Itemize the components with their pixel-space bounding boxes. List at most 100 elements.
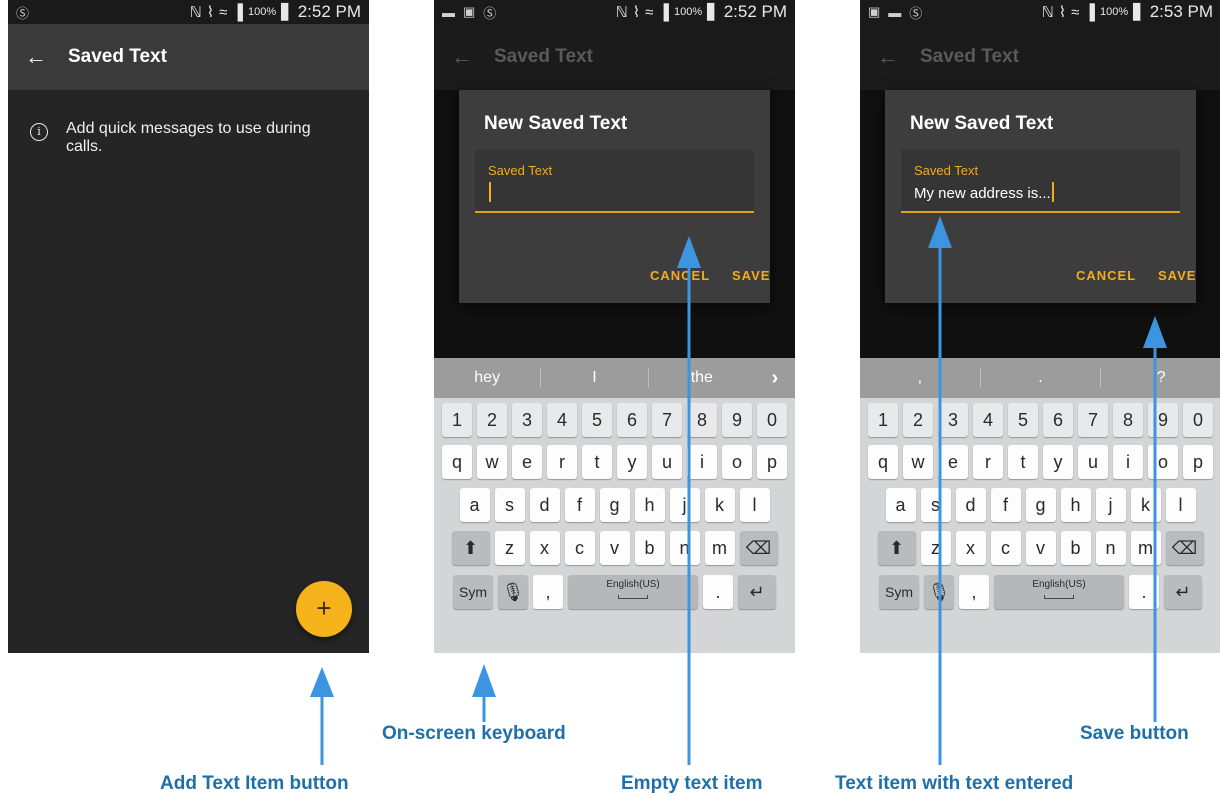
cancel-button[interactable]: CANCEL	[650, 268, 710, 283]
key-w[interactable]: w	[903, 445, 933, 479]
key-l[interactable]: l	[1165, 488, 1196, 522]
saved-text-input[interactable]: Saved Text	[475, 150, 754, 213]
key-u[interactable]: u	[652, 445, 682, 479]
key-n[interactable]: n	[669, 531, 700, 565]
key-z[interactable]: z	[920, 531, 951, 565]
mic-key[interactable]: 🎙	[924, 575, 954, 609]
saved-text-input[interactable]: Saved Text My new address is...	[901, 150, 1180, 213]
period-key[interactable]: .	[703, 575, 733, 609]
key-9[interactable]: 9	[722, 403, 752, 437]
key-1[interactable]: 1	[868, 403, 898, 437]
key-7[interactable]: 7	[652, 403, 682, 437]
backspace-key[interactable]: ⌫	[1165, 531, 1204, 565]
key-u[interactable]: u	[1078, 445, 1108, 479]
key-i[interactable]: i	[1113, 445, 1143, 479]
key-1[interactable]: 1	[442, 403, 472, 437]
key-8[interactable]: 8	[687, 403, 717, 437]
key-y[interactable]: y	[1043, 445, 1073, 479]
suggestion-item[interactable]: .	[981, 369, 1101, 387]
key-0[interactable]: 0	[757, 403, 787, 437]
key-n[interactable]: n	[1095, 531, 1126, 565]
key-4[interactable]: 4	[547, 403, 577, 437]
suggestion-item[interactable]: ,	[860, 369, 980, 387]
key-d[interactable]: d	[529, 488, 560, 522]
backspace-key[interactable]: ⌫	[739, 531, 778, 565]
key-c[interactable]: c	[564, 531, 595, 565]
period-key[interactable]: .	[1129, 575, 1159, 609]
shift-key[interactable]: ⬆	[877, 531, 916, 565]
sym-key[interactable]: Sym	[879, 575, 919, 609]
key-i[interactable]: i	[687, 445, 717, 479]
key-6[interactable]: 6	[617, 403, 647, 437]
key-h[interactable]: h	[634, 488, 665, 522]
enter-key[interactable]: ↵	[1164, 575, 1202, 609]
suggestion-item[interactable]: ?	[1101, 369, 1220, 387]
key-s[interactable]: s	[494, 488, 525, 522]
suggestion-item[interactable]: I	[541, 369, 647, 387]
key-c[interactable]: c	[990, 531, 1021, 565]
key-b[interactable]: b	[1060, 531, 1091, 565]
sym-key[interactable]: Sym	[453, 575, 493, 609]
chevron-right-icon[interactable]: ›	[755, 367, 795, 390]
key-k[interactable]: k	[1130, 488, 1161, 522]
key-3[interactable]: 3	[512, 403, 542, 437]
key-f[interactable]: f	[990, 488, 1021, 522]
key-b[interactable]: b	[634, 531, 665, 565]
key-j[interactable]: j	[1095, 488, 1126, 522]
key-5[interactable]: 5	[582, 403, 612, 437]
key-2[interactable]: 2	[903, 403, 933, 437]
suggestion-item[interactable]: the	[649, 369, 755, 387]
key-4[interactable]: 4	[973, 403, 1003, 437]
space-key[interactable]: English(US)	[994, 575, 1124, 609]
key-k[interactable]: k	[704, 488, 735, 522]
key-6[interactable]: 6	[1043, 403, 1073, 437]
mic-key[interactable]: 🎙	[498, 575, 528, 609]
key-x[interactable]: x	[955, 531, 986, 565]
key-r[interactable]: r	[547, 445, 577, 479]
key-a[interactable]: a	[885, 488, 916, 522]
save-button[interactable]: SAVE	[1158, 268, 1196, 283]
key-m[interactable]: m	[1130, 531, 1161, 565]
suggestion-item[interactable]: hey	[434, 369, 540, 387]
comma-key[interactable]: ,	[959, 575, 989, 609]
key-g[interactable]: g	[1025, 488, 1056, 522]
key-x[interactable]: x	[529, 531, 560, 565]
key-m[interactable]: m	[704, 531, 735, 565]
key-l[interactable]: l	[739, 488, 770, 522]
key-p[interactable]: p	[757, 445, 787, 479]
key-t[interactable]: t	[582, 445, 612, 479]
key-p[interactable]: p	[1183, 445, 1213, 479]
key-g[interactable]: g	[599, 488, 630, 522]
key-t[interactable]: t	[1008, 445, 1038, 479]
arrow-left-icon[interactable]: ←	[8, 44, 64, 70]
key-d[interactable]: d	[955, 488, 986, 522]
cancel-button[interactable]: CANCEL	[1076, 268, 1136, 283]
key-8[interactable]: 8	[1113, 403, 1143, 437]
key-0[interactable]: 0	[1183, 403, 1213, 437]
key-v[interactable]: v	[599, 531, 630, 565]
key-y[interactable]: y	[617, 445, 647, 479]
key-3[interactable]: 3	[938, 403, 968, 437]
key-z[interactable]: z	[494, 531, 525, 565]
key-f[interactable]: f	[564, 488, 595, 522]
space-key[interactable]: English(US)	[568, 575, 698, 609]
key-e[interactable]: e	[938, 445, 968, 479]
key-2[interactable]: 2	[477, 403, 507, 437]
key-r[interactable]: r	[973, 445, 1003, 479]
add-text-item-button[interactable]: +	[296, 581, 352, 637]
key-9[interactable]: 9	[1148, 403, 1178, 437]
shift-key[interactable]: ⬆	[451, 531, 490, 565]
key-a[interactable]: a	[459, 488, 490, 522]
key-7[interactable]: 7	[1078, 403, 1108, 437]
key-e[interactable]: e	[512, 445, 542, 479]
key-h[interactable]: h	[1060, 488, 1091, 522]
save-button[interactable]: SAVE	[732, 268, 770, 283]
key-w[interactable]: w	[477, 445, 507, 479]
key-o[interactable]: o	[1148, 445, 1178, 479]
comma-key[interactable]: ,	[533, 575, 563, 609]
key-q[interactable]: q	[442, 445, 472, 479]
enter-key[interactable]: ↵	[738, 575, 776, 609]
key-v[interactable]: v	[1025, 531, 1056, 565]
key-j[interactable]: j	[669, 488, 700, 522]
key-s[interactable]: s	[920, 488, 951, 522]
